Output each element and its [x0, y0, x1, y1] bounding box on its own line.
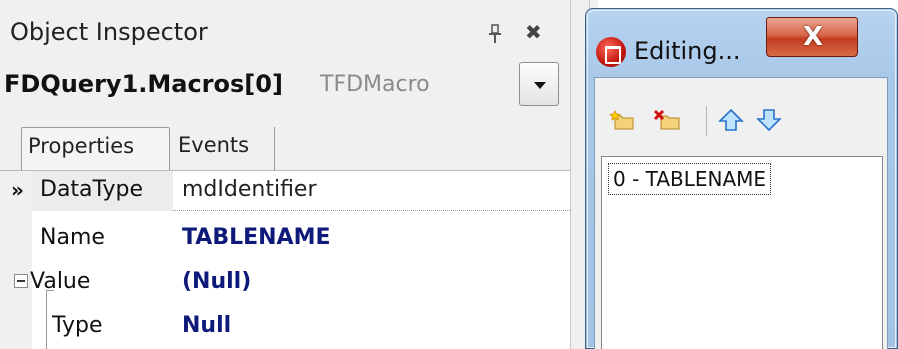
collapse-minus-icon[interactable] — [14, 274, 28, 288]
collection-list[interactable]: 0 - TABLENAME — [601, 156, 883, 349]
move-up-icon[interactable] — [717, 108, 745, 132]
panel-title: Object Inspector — [10, 18, 208, 46]
property-value[interactable]: mdIdentifier — [182, 177, 317, 202]
selected-object-class: TFDMacro — [320, 72, 430, 97]
chevron-down-icon — [534, 82, 546, 89]
property-row-name[interactable]: Name TABLENAME — [32, 219, 570, 259]
tab-properties[interactable]: Properties — [21, 127, 170, 170]
selected-object-name: FDQuery1.Macros[0] — [4, 70, 283, 98]
property-name: DataType — [40, 177, 144, 202]
property-name: Name — [40, 225, 105, 250]
move-down-icon[interactable] — [755, 108, 783, 132]
collection-toolbar — [595, 78, 887, 152]
property-value[interactable]: Null — [182, 313, 231, 338]
property-grid: » DataType mdIdentifier Name TABLENAME V… — [0, 170, 570, 349]
property-row-datatype[interactable]: DataType mdIdentifier — [32, 171, 570, 211]
tree-indent-line — [46, 290, 54, 291]
property-name: Type — [52, 313, 103, 338]
editing-window: Editing... X 0 - TABLENAME — [585, 8, 898, 349]
close-icon: X — [802, 22, 824, 52]
object-inspector-titlebar: Object Inspector ✖ — [0, 0, 570, 68]
property-value[interactable]: TABLENAME — [182, 225, 331, 250]
add-new-icon[interactable] — [609, 108, 637, 132]
delete-icon[interactable] — [653, 108, 681, 132]
pin-icon[interactable] — [487, 24, 503, 44]
close-button[interactable]: X — [766, 17, 858, 57]
toolbar-separator — [706, 106, 707, 136]
property-row-value[interactable]: Value (Null) — [30, 263, 570, 303]
window-title: Editing... — [634, 37, 741, 65]
tree-indent-line — [46, 290, 47, 349]
grid-gutter: » — [0, 171, 32, 349]
object-selector-dropdown[interactable] — [519, 62, 559, 106]
property-value[interactable]: (Null) — [182, 269, 251, 294]
inspector-tabs: Properties Events — [0, 120, 570, 170]
property-name: Value — [30, 269, 91, 294]
window-client-area: 0 - TABLENAME — [594, 77, 888, 349]
list-item[interactable]: 0 - TABLENAME — [608, 163, 772, 195]
object-inspector-panel: Object Inspector ✖ FDQuery1.Macros[0] TF… — [0, 0, 570, 349]
double-chevron-right-icon: » — [11, 178, 24, 202]
close-icon[interactable]: ✖ — [525, 22, 545, 42]
app-icon — [596, 37, 626, 67]
tab-events[interactable]: Events — [172, 127, 275, 170]
property-row-type[interactable]: Type Null — [32, 307, 570, 347]
